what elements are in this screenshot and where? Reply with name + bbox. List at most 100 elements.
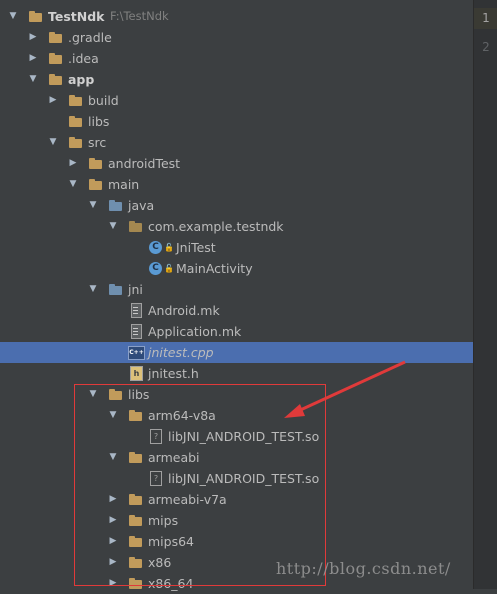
tree-row-label: mips	[148, 513, 179, 528]
project-path: F:\TestNdk	[110, 9, 169, 23]
expanded-arrow-icon[interactable]: ▼	[28, 69, 38, 90]
tree-row-libjni-android-test-so[interactable]: libJNI_ANDROID_TEST.so	[0, 468, 473, 489]
tree-row-label: Android.mk	[148, 303, 220, 318]
tree-row-label: Application.mk	[148, 324, 242, 339]
tree-row-label: .gradle	[68, 30, 112, 45]
tree-row-label: libs	[88, 114, 110, 129]
module-folder-icon	[48, 69, 64, 90]
tree-row-jni[interactable]: ▼ jni	[0, 279, 473, 300]
unknown-file-icon	[148, 426, 164, 447]
tree-row-jnitest-cpp[interactable]: jnitest.cpp	[0, 342, 473, 363]
collapsed-arrow-icon[interactable]: ▶	[68, 153, 78, 174]
text-file-icon	[128, 321, 144, 342]
folder-icon	[68, 90, 84, 111]
tree-row-label: TestNdk	[48, 9, 105, 24]
header-file-icon	[128, 363, 144, 384]
tree-row-label: app	[68, 72, 95, 87]
tree-row-label: com.example.testndk	[148, 219, 284, 234]
tree-row-build[interactable]: ▶ build	[0, 90, 473, 111]
tree-row-label: java	[128, 198, 155, 213]
collapsed-arrow-icon[interactable]: ▶	[48, 90, 58, 111]
tree-row-app[interactable]: ▼ app	[0, 69, 473, 90]
collapsed-arrow-icon[interactable]: ▶	[108, 573, 118, 594]
line-number-1: 1	[474, 8, 497, 29]
tree-row-label: jnitest.h	[148, 366, 199, 381]
collapsed-arrow-icon[interactable]: ▶	[108, 489, 118, 510]
tree-row-libjni-android-test-so[interactable]: libJNI_ANDROID_TEST.so	[0, 426, 473, 447]
expanded-arrow-icon[interactable]: ▼	[8, 6, 18, 27]
tree-row-label: x86	[148, 555, 172, 570]
cpp-file-icon	[128, 342, 145, 363]
tree-row-label: x86_64	[148, 576, 194, 591]
tree-row-label: arm64-v8a	[148, 408, 216, 423]
text-file-icon	[128, 300, 144, 321]
tree-row-label: build	[88, 93, 119, 108]
folder-icon	[88, 153, 104, 174]
unknown-file-icon	[148, 468, 164, 489]
tree-row-label: src	[88, 135, 107, 150]
folder-icon	[108, 384, 124, 405]
tree-row-androidtest[interactable]: ▶ androidTest	[0, 153, 473, 174]
folder-icon	[128, 552, 144, 573]
tree-row--idea[interactable]: ▶ .idea	[0, 48, 473, 69]
folder-icon	[128, 510, 144, 531]
tree-row-src[interactable]: ▼ src	[0, 132, 473, 153]
folder-icon	[128, 531, 144, 552]
expanded-arrow-icon[interactable]: ▼	[68, 174, 78, 195]
source-folder-icon	[108, 279, 124, 300]
collapsed-arrow-icon[interactable]: ▶	[28, 48, 38, 69]
expanded-arrow-icon[interactable]: ▼	[108, 216, 118, 237]
folder-icon	[68, 132, 84, 153]
collapsed-arrow-icon[interactable]: ▶	[108, 552, 118, 573]
tree-row-com-example-testndk[interactable]: ▼ com.example.testndk	[0, 216, 473, 237]
collapsed-arrow-icon[interactable]: ▶	[28, 27, 38, 48]
tree-row-label: jni	[128, 282, 143, 297]
tree-row-java[interactable]: ▼ java	[0, 195, 473, 216]
tree-row-mainactivity[interactable]: 🔓MainActivity	[0, 258, 473, 279]
tree-row-label: libs	[128, 387, 150, 402]
folder-icon	[128, 489, 144, 510]
tree-row-armeabi-v7a[interactable]: ▶ armeabi-v7a	[0, 489, 473, 510]
tree-row-label: mips64	[148, 534, 195, 549]
collapsed-arrow-icon[interactable]: ▶	[108, 510, 118, 531]
tree-row-mips[interactable]: ▶ mips	[0, 510, 473, 531]
project-tree: ▼ TestNdk F:\TestNdk ▶ .gradle ▶ .idea ▼ app ▶ bui…	[0, 0, 473, 591]
folder-icon	[128, 447, 144, 468]
tree-row-libs[interactable]: libs	[0, 111, 473, 132]
expanded-arrow-icon[interactable]: ▼	[108, 405, 118, 426]
tree-row-label: armeabi-v7a	[148, 492, 227, 507]
expanded-arrow-icon[interactable]: ▼	[88, 384, 98, 405]
module-folder-icon	[28, 6, 44, 27]
tree-row-jnitest[interactable]: 🔓JniTest	[0, 237, 473, 258]
watermark-text: http://blog.csdn.net/	[276, 559, 451, 578]
folder-icon	[128, 405, 144, 426]
collapsed-arrow-icon[interactable]: ▶	[108, 531, 118, 552]
tree-row-label: .idea	[68, 51, 99, 66]
tree-row-label: armeabi	[148, 450, 200, 465]
tree-row-jnitest-h[interactable]: jnitest.h	[0, 363, 473, 384]
tree-row-label: libJNI_ANDROID_TEST.so	[168, 429, 320, 444]
expanded-arrow-icon[interactable]: ▼	[88, 195, 98, 216]
access-lock-icon: 🔓	[164, 264, 174, 273]
expanded-arrow-icon[interactable]: ▼	[48, 132, 58, 153]
tree-row-application-mk[interactable]: Application.mk	[0, 321, 473, 342]
tree-row-label: JniTest	[176, 240, 216, 255]
java-class-icon	[148, 258, 164, 279]
tree-row--gradle[interactable]: ▶ .gradle	[0, 27, 473, 48]
tree-row-libs[interactable]: ▼ libs	[0, 384, 473, 405]
expanded-arrow-icon[interactable]: ▼	[108, 447, 118, 468]
folder-icon	[88, 174, 104, 195]
tree-row-label: jnitest.cpp	[148, 345, 214, 360]
tree-row-testndk[interactable]: ▼ TestNdk F:\TestNdk	[0, 6, 473, 27]
line-number-2: 2	[482, 40, 490, 54]
folder-icon	[48, 48, 64, 69]
java-class-icon	[148, 237, 164, 258]
tree-row-mips64[interactable]: ▶ mips64	[0, 531, 473, 552]
tree-row-android-mk[interactable]: Android.mk	[0, 300, 473, 321]
tree-row-main[interactable]: ▼ main	[0, 174, 473, 195]
tree-row-arm64-v8a[interactable]: ▼ arm64-v8a	[0, 405, 473, 426]
source-folder-icon	[108, 195, 124, 216]
tree-row-label: libJNI_ANDROID_TEST.so	[168, 471, 320, 486]
expanded-arrow-icon[interactable]: ▼	[88, 279, 98, 300]
tree-row-armeabi[interactable]: ▼ armeabi	[0, 447, 473, 468]
